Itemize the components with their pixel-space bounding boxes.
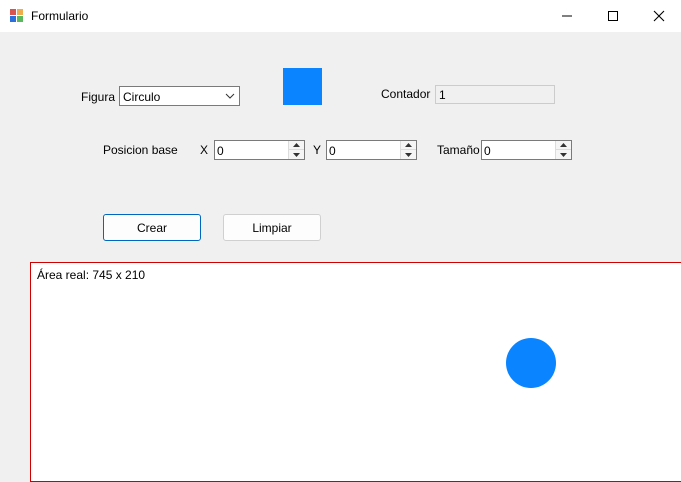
contador-label: Contador (381, 87, 431, 101)
contador-value: 1 (439, 88, 446, 102)
contador-field: 1 (435, 85, 555, 104)
canvas-area-info: Área real: 745 x 210 (37, 268, 146, 282)
tamano-stepper-value: 0 (484, 144, 491, 158)
x-stepper-down[interactable] (289, 150, 304, 159)
crear-button[interactable]: Crear (103, 214, 201, 241)
x-stepper-up[interactable] (289, 141, 304, 150)
arrow-up-icon (293, 143, 300, 147)
chevron-down-icon (225, 93, 235, 99)
minimize-button[interactable] (544, 0, 590, 32)
tamano-label: Tamaño (437, 143, 480, 157)
figura-select-value: Circulo (123, 90, 161, 104)
arrow-up-icon (560, 143, 567, 147)
posicion-base-label: Posicion base (103, 143, 178, 157)
y-stepper-value: 0 (329, 144, 336, 158)
arrow-up-icon (405, 143, 412, 147)
x-stepper[interactable]: 0 (214, 140, 305, 160)
close-icon (653, 10, 665, 22)
maximize-button[interactable] (590, 0, 636, 32)
figura-select[interactable]: Circulo (119, 86, 240, 106)
x-label: X (200, 143, 209, 157)
arrow-down-icon (560, 152, 567, 157)
y-stepper-down[interactable] (401, 150, 416, 159)
figure-color-swatch (283, 68, 322, 105)
y-stepper-up[interactable] (401, 141, 416, 150)
arrow-down-icon (405, 152, 412, 157)
y-label: Y (313, 143, 322, 157)
figura-label: Figura (81, 90, 116, 104)
limpiar-button[interactable]: Limpiar (223, 214, 321, 241)
window-title: Formulario (31, 9, 89, 23)
maximize-icon (608, 11, 618, 21)
x-stepper-value: 0 (217, 144, 224, 158)
minimize-icon (562, 15, 572, 17)
tamano-stepper-up[interactable] (556, 141, 571, 150)
arrow-down-icon (293, 152, 300, 157)
title-bar: Formulario (0, 0, 681, 32)
form-app-icon (10, 9, 24, 23)
circle-shape (506, 338, 556, 388)
close-button[interactable] (636, 0, 681, 32)
y-stepper[interactable]: 0 (326, 140, 417, 160)
tamano-stepper[interactable]: 0 (481, 140, 572, 160)
drawing-canvas[interactable]: Área real: 745 x 210 (30, 262, 681, 482)
tamano-stepper-down[interactable] (556, 150, 571, 159)
